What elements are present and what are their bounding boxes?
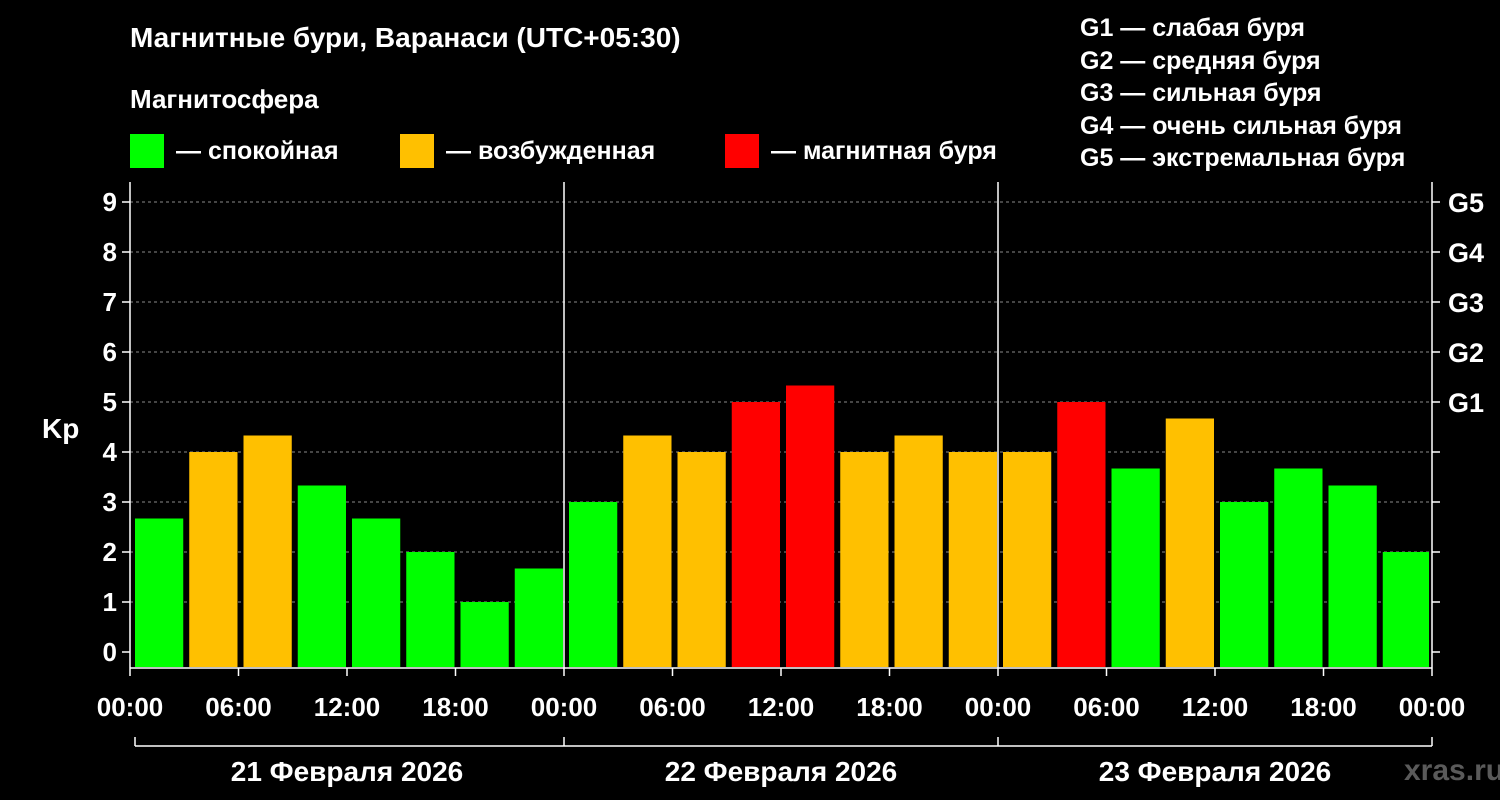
bar-13: [840, 452, 889, 667]
x-tick-label: 06:00: [1073, 692, 1140, 722]
x-tick-label: 00:00: [1399, 692, 1466, 722]
bar-12: [786, 385, 835, 667]
x-tick-label: 12:00: [1182, 692, 1249, 722]
y-tick-label: 8: [103, 237, 117, 267]
bar-9: [623, 435, 672, 667]
day-label: 22 Февраля 2026: [665, 756, 897, 787]
g-level-label: G3: [1448, 288, 1484, 318]
x-tick-label: 18:00: [422, 692, 489, 722]
x-tick-label: 12:00: [748, 692, 815, 722]
x-tick-label: 00:00: [965, 692, 1032, 722]
day-label: 21 Февраля 2026: [231, 756, 463, 787]
day-label: 23 Февраля 2026: [1099, 756, 1331, 787]
x-tick-label: 00:00: [97, 692, 164, 722]
bar-6: [460, 602, 509, 667]
bar-3: [297, 485, 346, 667]
bar-0: [135, 518, 184, 667]
y-tick-label: 1: [103, 587, 117, 617]
g-level-label: G2: [1448, 338, 1484, 368]
y-tick-label: 3: [103, 487, 117, 517]
bar-10: [677, 452, 726, 667]
y-tick-label: 7: [103, 287, 117, 317]
bar-15: [948, 452, 997, 667]
x-tick-label: 06:00: [205, 692, 272, 722]
x-tick-label: 00:00: [531, 692, 598, 722]
y-tick-label: 5: [103, 387, 117, 417]
bar-18: [1111, 468, 1160, 667]
x-tick-label: 18:00: [1290, 692, 1357, 722]
bar-5: [406, 552, 455, 667]
bar-20: [1220, 502, 1269, 667]
bar-14: [894, 435, 943, 667]
y-tick-label: 4: [103, 437, 118, 467]
x-tick-label: 06:00: [639, 692, 706, 722]
bar-21: [1274, 468, 1323, 667]
bar-22: [1328, 485, 1377, 667]
bar-8: [569, 502, 618, 667]
kp-chart: 0 1 2 3 4 5 6 7 8 9 G1 G2 G3 G4 G5 Kp 00:00 06:00 12:00 18:…: [42, 182, 1484, 787]
g-level-label: G1: [1448, 388, 1484, 418]
bar-17: [1057, 402, 1106, 667]
bar-11: [731, 402, 780, 667]
y-axis-label: Kp: [42, 413, 79, 444]
y-tick-label: 6: [103, 337, 117, 367]
y-tick-label: 9: [103, 187, 117, 217]
y-tick-label: 0: [103, 637, 117, 667]
bar-7: [514, 568, 563, 667]
bar-16: [1003, 452, 1052, 667]
x-tick-label: 12:00: [314, 692, 381, 722]
bar-1: [189, 452, 238, 667]
watermark: xras.ru: [1404, 754, 1500, 787]
bar-2: [243, 435, 292, 667]
y-tick-label: 2: [103, 537, 117, 567]
g-level-label: G4: [1448, 238, 1484, 268]
bar-23: [1382, 552, 1429, 667]
x-tick-label: 18:00: [856, 692, 923, 722]
g-level-label: G5: [1448, 188, 1484, 218]
bar-4: [352, 518, 401, 667]
bar-19: [1165, 418, 1214, 667]
